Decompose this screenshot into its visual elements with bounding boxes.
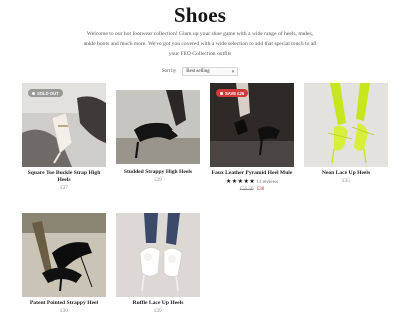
product-card[interactable]: Neon Lace Up Heels £35 bbox=[304, 83, 388, 184]
rating-stars: ★★★★★ bbox=[225, 179, 256, 185]
sort-label: Sort by bbox=[161, 69, 177, 74]
product-price: £39 bbox=[154, 309, 162, 314]
circle-dot-icon bbox=[32, 91, 35, 95]
page-title: Shoes bbox=[173, 3, 227, 27]
product-image[interactable] bbox=[116, 90, 200, 164]
chevron-down-icon: ▾ bbox=[231, 69, 235, 75]
review-count: 11 reviews bbox=[256, 180, 279, 185]
tag-icon bbox=[220, 91, 223, 95]
sort-select[interactable]: Best selling ▾ bbox=[182, 67, 239, 76]
product-image[interactable] bbox=[116, 213, 200, 297]
product-name[interactable]: Faux Leather Pyramid Heel Mule bbox=[210, 170, 294, 177]
product-name[interactable]: Studded Strappy High Heels bbox=[116, 169, 200, 176]
product-name[interactable]: Square Toe Buckle Strap High Heels bbox=[22, 170, 106, 184]
product-name[interactable]: Neon Lace Up Heels bbox=[304, 170, 388, 177]
product-rating: ★★★★★ 11 reviews bbox=[210, 178, 294, 185]
product-card[interactable]: Patent Pointed Strappy Heel £30 bbox=[22, 213, 106, 314]
product-price: £55.56 £30 bbox=[210, 187, 294, 192]
sale-badge: SAVE £25 bbox=[216, 89, 249, 97]
product-image[interactable]: SOLD OUT bbox=[22, 83, 106, 167]
product-image[interactable]: SAVE £25 bbox=[210, 83, 294, 167]
product-card[interactable]: SOLD OUT Square Toe Buckle Strap High He… bbox=[22, 83, 106, 191]
product-price: £30 bbox=[60, 309, 68, 314]
sale-price: £30 bbox=[256, 187, 265, 192]
product-image[interactable] bbox=[22, 213, 106, 297]
product-price: £39 bbox=[154, 178, 162, 183]
product-image[interactable] bbox=[304, 83, 388, 167]
product-card[interactable]: SAVE £25 Faux Leather Pyramid Heel Mule … bbox=[210, 83, 294, 192]
product-name[interactable]: Patent Pointed Strappy Heel bbox=[22, 300, 106, 307]
original-price: £55.56 bbox=[239, 187, 254, 192]
product-price: £35 bbox=[342, 179, 350, 184]
product-name[interactable]: Ruffle Lace Up Heels bbox=[116, 300, 200, 307]
collection-description: Welcome to our hot footwear collection! … bbox=[83, 31, 317, 57]
sold-out-badge: SOLD OUT bbox=[28, 89, 63, 97]
product-price: £37 bbox=[60, 186, 68, 191]
product-card[interactable]: Studded Strappy High Heels £39 bbox=[116, 90, 200, 183]
product-card[interactable]: Ruffle Lace Up Heels £39 bbox=[116, 213, 200, 314]
sort-bar: Sort by Best selling ▾ bbox=[0, 66, 400, 77]
sort-select-value: Best selling bbox=[186, 69, 210, 74]
